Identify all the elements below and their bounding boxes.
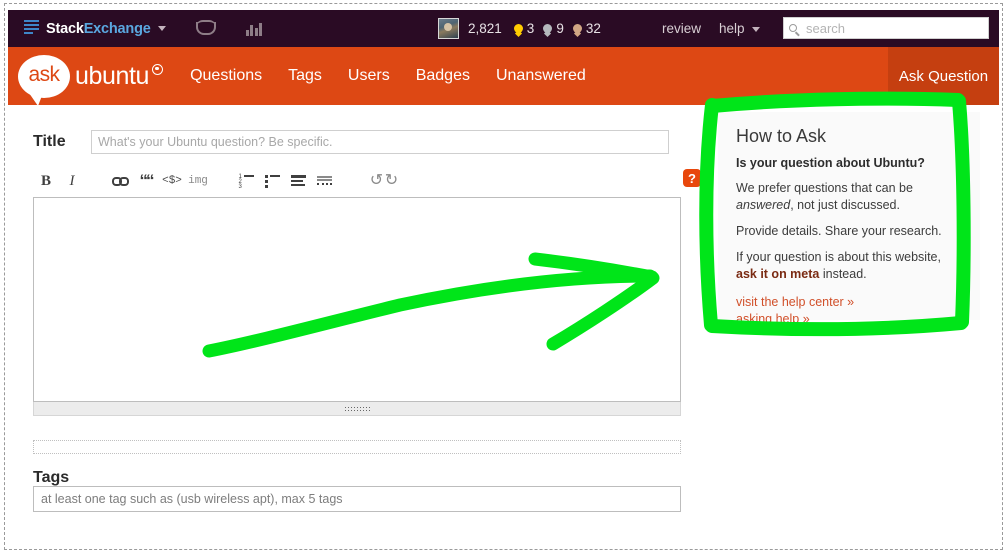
search-input[interactable] (804, 19, 964, 37)
help-menu[interactable]: help (710, 21, 769, 36)
horizontal-rule-icon (316, 175, 332, 187)
tags-label: Tags (33, 469, 70, 486)
heading-button[interactable] (285, 169, 311, 193)
primary-nav: Questions Tags Users Badges Unanswered (177, 47, 599, 105)
nav-item-tags[interactable]: Tags (275, 47, 335, 105)
italic-button[interactable]: I (59, 169, 85, 193)
sidebar-subheading: Is your question about Ubuntu? (736, 156, 925, 170)
sidebar-p3-b: instead. (819, 266, 867, 281)
review-link[interactable]: review (653, 21, 710, 36)
logo-ubuntu-label: ubuntu (75, 61, 150, 90)
topbar-links: review help (653, 10, 769, 47)
askubuntu-logo[interactable]: ask ubuntu (18, 54, 164, 106)
avatar (438, 18, 459, 39)
markdown-preview-area (33, 440, 681, 454)
user-profile-link[interactable]: 2,821 3 9 32 (438, 10, 610, 47)
screenshot-root: StackExchange 2,821 3 9 32 review help s… (0, 0, 1007, 553)
image-button[interactable]: img (185, 169, 211, 193)
tags-input[interactable] (33, 486, 681, 512)
help-center-link[interactable]: visit the help center » (736, 294, 962, 310)
gold-badge[interactable]: 3 (513, 21, 535, 36)
blockquote-button[interactable]: ““ (133, 169, 159, 193)
code-button[interactable]: <$> (159, 169, 185, 193)
inbox-icon (195, 20, 216, 35)
bronze-badge-icon (572, 24, 582, 33)
question-body-editor[interactable] (33, 197, 681, 402)
silver-badge-icon (543, 24, 553, 33)
silver-badge-count: 9 (556, 21, 564, 36)
heading-icon (290, 175, 306, 187)
stackexchange-topbar: StackExchange 2,821 3 9 32 review help s… (8, 10, 999, 47)
search-icon (789, 24, 797, 32)
network-label: StackExchange (46, 21, 151, 37)
sidebar-links: visit the help center » asking help » (736, 294, 962, 327)
sidebar-p1-b: , not just discussed. (790, 197, 900, 212)
title-field-row: Title (33, 130, 669, 154)
inbox-button[interactable] (190, 10, 222, 47)
editor-resize-handle[interactable] (33, 402, 681, 416)
asking-help-link[interactable]: asking help » (736, 311, 962, 327)
help-menu-label: help (719, 21, 745, 36)
achievements-button[interactable] (240, 10, 270, 47)
chevron-down-icon (157, 26, 166, 31)
bulleted-list-icon (264, 174, 280, 188)
how-to-ask-panel: How to Ask Is your question about Ubuntu… (718, 112, 980, 326)
achievements-icon (245, 22, 264, 36)
nav-item-questions[interactable]: Questions (177, 47, 275, 105)
gold-badge-count: 3 (526, 21, 535, 36)
chevron-down-icon (751, 26, 760, 32)
search-box[interactable] (783, 17, 989, 39)
bronze-badge-count: 32 (585, 21, 601, 36)
undo-button[interactable]: ↺ (369, 173, 384, 189)
sidebar-p1-a: We prefer questions that can be (736, 181, 913, 195)
title-label: Title (33, 133, 66, 150)
speech-bubble-icon: ask (18, 54, 70, 106)
stacks-icon (24, 20, 39, 37)
network-label-exchange: Exchange (83, 20, 151, 37)
ubuntu-circle-of-friends-icon (152, 63, 164, 75)
sidebar-p1-emphasis: answered (736, 197, 791, 212)
sidebar-paragraph-1: We prefer questions that can be answered… (736, 180, 962, 214)
gold-badge-icon (513, 24, 523, 33)
horizontal-rule-button[interactable] (311, 169, 337, 193)
nav-item-users[interactable]: Users (335, 47, 403, 105)
numbered-list-button[interactable]: 123 (233, 169, 259, 193)
numbered-list-icon: 123 (239, 174, 254, 190)
sidebar-heading: How to Ask (736, 126, 827, 146)
reputation-count: 2,821 (468, 21, 502, 36)
nav-item-badges[interactable]: Badges (403, 47, 483, 105)
sidebar-p3-a: If your question is about this website, (736, 249, 941, 264)
network-label-stack: Stack (46, 20, 84, 37)
bronze-badge[interactable]: 32 (572, 21, 601, 36)
editor-toolbar: B I ““ <$> img 123 ↺ ↻ ? (33, 167, 701, 195)
stackexchange-network-menu[interactable]: StackExchange (18, 10, 172, 47)
title-input[interactable] (91, 130, 669, 154)
logo-ubuntu-text: ubuntu (75, 61, 164, 91)
link-icon (111, 176, 129, 186)
ask-question-button[interactable]: Ask Question (888, 47, 999, 105)
ask-on-meta-link[interactable]: ask it on meta (736, 267, 819, 281)
sidebar-paragraph-3: If your question is about this website, … (736, 249, 962, 283)
bold-button[interactable]: B (33, 169, 59, 193)
askubuntu-header: ask ubuntu Questions Tags Users Badges U… (8, 47, 999, 106)
editor-help-icon[interactable]: ? (683, 169, 701, 187)
logo-ask-text: ask (28, 63, 60, 86)
nav-item-unanswered[interactable]: Unanswered (483, 47, 599, 105)
bulleted-list-button[interactable] (259, 169, 285, 193)
badge-counts: 3 9 32 (513, 21, 610, 36)
link-button[interactable] (107, 169, 133, 193)
silver-badge[interactable]: 9 (543, 21, 564, 36)
resize-grip-icon (344, 405, 370, 412)
sidebar-paragraph-2: Provide details. Share your research. (736, 223, 942, 238)
redo-button[interactable]: ↻ (384, 173, 399, 189)
